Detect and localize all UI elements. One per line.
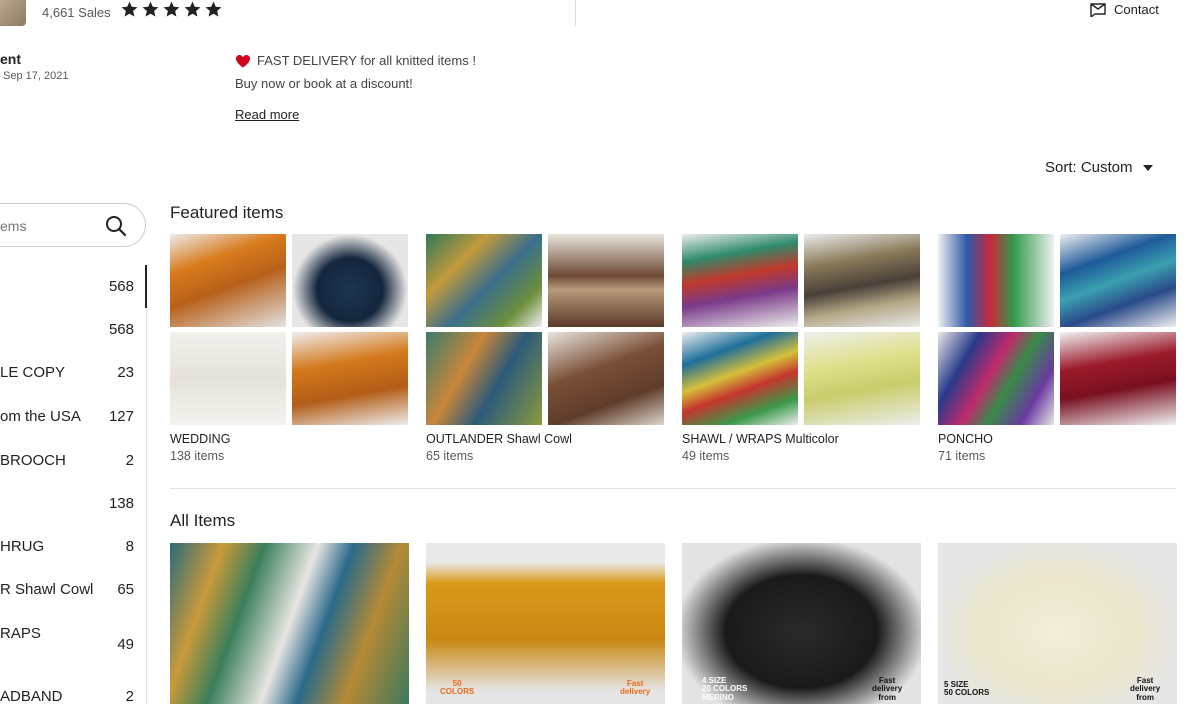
category-label: R Shawl Cowl <box>0 581 94 598</box>
collection-thumbnail <box>938 332 1054 425</box>
collection-thumbnail <box>170 332 286 425</box>
star-icon <box>142 1 159 17</box>
category-count: 568 <box>108 321 134 338</box>
collection-thumbnail <box>426 234 542 327</box>
collection-count: 71 items <box>938 449 986 463</box>
listing-image[interactable] <box>170 543 409 704</box>
category-label: ADBAND <box>0 688 63 705</box>
collection-thumbnail <box>804 332 920 425</box>
star-icon <box>121 1 138 17</box>
category-count: 568 <box>108 278 134 295</box>
listing-overlay-text: 50 COLORS <box>440 679 475 697</box>
collection-card-wedding[interactable]: WEDDING 138 items <box>170 234 410 466</box>
star-icon <box>163 1 180 17</box>
listing-image[interactable]: 5 SIZE 50 COLORS Fast delivery from <box>938 543 1177 704</box>
owner-name: ent <box>0 51 21 67</box>
collection-thumbnail <box>804 234 920 327</box>
shop-avatar[interactable] <box>0 0 26 26</box>
search-placeholder: ems <box>0 218 27 234</box>
listing-image[interactable]: 4 SIZE 20 COLORS MERINO Fast delivery from <box>682 543 921 704</box>
section-divider <box>170 488 1176 489</box>
collection-card-shawl-wraps[interactable]: SHAWL / WRAPS Multicolor 49 items <box>682 234 922 466</box>
contact-button[interactable]: Contact <box>1090 2 1159 17</box>
collection-name: SHAWL / WRAPS Multicolor <box>682 432 839 446</box>
announcement-line: FAST DELIVERY for all knitted items ! <box>235 53 476 68</box>
listing-overlay-text: Fast delivery from <box>1130 676 1161 702</box>
contact-label: Contact <box>1114 2 1159 17</box>
heart-icon <box>236 54 250 67</box>
collection-count: 49 items <box>682 449 730 463</box>
category-count: 23 <box>117 364 134 381</box>
collection-thumbnail <box>170 234 286 327</box>
category-label: RAPS <box>0 625 41 642</box>
collection-thumbnail <box>938 234 1054 327</box>
category-count: 2 <box>125 452 134 469</box>
collection-name: PONCHO <box>938 432 993 446</box>
listing-overlay-text: 5 SIZE 50 COLORS <box>944 680 990 698</box>
sidebar-active-indicator <box>145 265 147 308</box>
collection-name: WEDDING <box>170 432 231 446</box>
sidebar-category[interactable]: om the USA 127 <box>0 408 134 425</box>
collection-thumbnail <box>1060 332 1176 425</box>
category-count: 138 <box>108 495 134 512</box>
all-items-heading: All Items <box>170 511 236 530</box>
sales-count: 4,661 Sales <box>42 5 111 20</box>
collection-card-outlander[interactable]: OUTLANDER Shawl Cowl 65 items <box>426 234 666 466</box>
rating-stars <box>120 0 223 19</box>
sidebar-category[interactable]: ADBAND 2 <box>0 688 134 705</box>
sidebar-category[interactable]: RAPS 49 <box>0 625 134 661</box>
category-count: 49 <box>117 636 134 653</box>
listing-overlay-text: Fast delivery <box>620 679 651 697</box>
category-label: BROOCH <box>0 452 66 469</box>
collection-thumbnail <box>1060 234 1176 327</box>
listing-overlay-text: 4 SIZE 20 COLORS MERINO <box>702 676 748 702</box>
listing-image[interactable]: 50 COLORS Fast delivery <box>426 543 665 704</box>
collection-thumbnail <box>292 332 408 425</box>
collection-thumbnail <box>682 234 798 327</box>
collection-thumbnail <box>292 234 408 327</box>
read-more-link[interactable]: Read more <box>235 107 299 122</box>
featured-items-heading: Featured items <box>170 203 284 222</box>
header-divider <box>575 0 576 26</box>
category-count: 8 <box>125 538 134 555</box>
category-count: 127 <box>108 408 134 425</box>
collection-thumbnail <box>682 332 798 425</box>
category-count: 65 <box>117 581 134 598</box>
sidebar-category[interactable]: 568 <box>0 321 134 338</box>
announcement-text-2: Buy now or book at a discount! <box>235 76 413 91</box>
collection-count: 65 items <box>426 449 474 463</box>
sidebar-category[interactable]: BROOCH 2 <box>0 452 134 469</box>
collection-thumbnail <box>426 332 542 425</box>
collection-name: OUTLANDER Shawl Cowl <box>426 432 572 446</box>
sidebar-category[interactable]: LE COPY 23 <box>0 364 134 381</box>
category-count: 2 <box>125 688 134 705</box>
sidebar-divider <box>146 265 147 704</box>
announcement-text-1: FAST DELIVERY for all knitted items ! <box>257 53 476 68</box>
star-icon <box>184 1 201 17</box>
sidebar-category[interactable]: R Shawl Cowl 65 <box>0 581 134 598</box>
sort-dropdown[interactable]: Sort: Custom <box>1045 159 1153 176</box>
sidebar-category[interactable]: HRUG 8 <box>0 538 134 555</box>
search-icon[interactable] <box>105 215 127 237</box>
sidebar-category[interactable]: 138 <box>0 495 134 512</box>
category-label: om the USA <box>0 408 81 425</box>
collection-card-poncho[interactable]: PONCHO 71 items <box>938 234 1178 466</box>
sidebar-category[interactable]: 568 <box>0 278 134 295</box>
category-label: LE COPY <box>0 364 66 381</box>
owner-date: Sep 17, 2021 <box>3 70 69 82</box>
listing-overlay-text: Fast delivery from <box>872 676 903 702</box>
category-label: HRUG <box>0 538 45 555</box>
collection-thumbnail <box>548 332 664 425</box>
collection-thumbnail <box>548 234 664 327</box>
collection-count: 138 items <box>170 449 225 463</box>
star-icon <box>205 1 222 17</box>
mail-icon <box>1090 2 1106 17</box>
sort-label: Sort: Custom <box>1045 159 1133 176</box>
caret-down-icon <box>1142 164 1153 171</box>
